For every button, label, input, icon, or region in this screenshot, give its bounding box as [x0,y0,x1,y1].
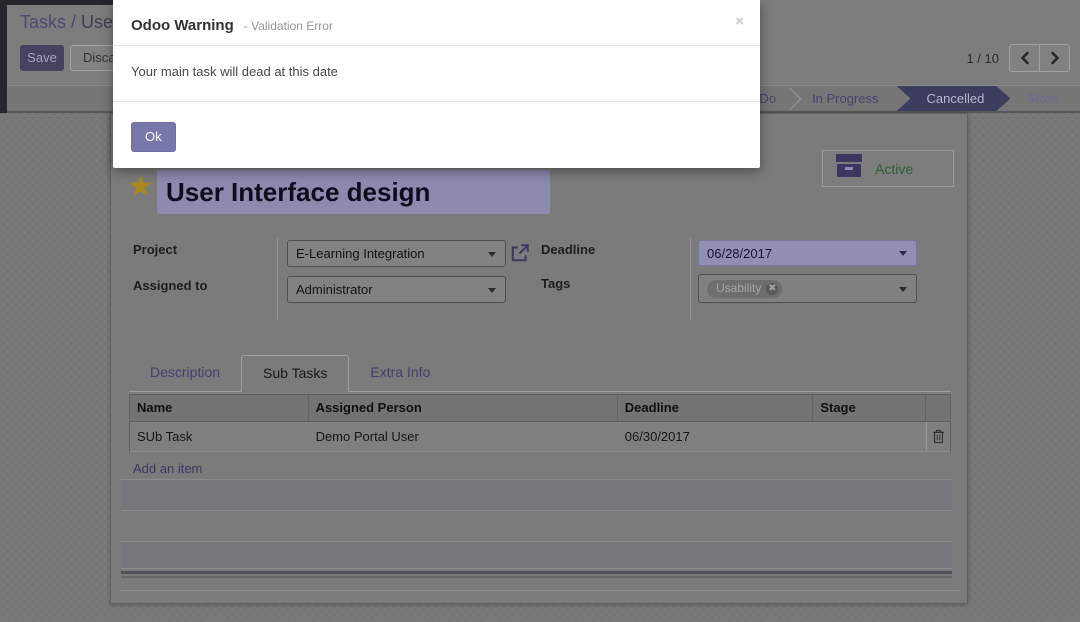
statusbar-stages: To Do In Progress Cancelled More [724,86,1080,111]
cell-stage [813,422,926,451]
breadcrumb-parent[interactable]: Tasks [20,12,66,32]
pager-previous-button[interactable] [1009,44,1040,72]
subtasks-table-header: Name Assigned Person Deadline Stage [130,395,950,422]
close-icon[interactable]: × [735,14,744,29]
remove-tag-button[interactable]: ✖ [766,283,778,295]
column-header-name: Name [130,395,309,421]
tags-field[interactable]: Usability ✖ [698,274,917,303]
dropdown-caret-icon [899,251,907,256]
deadline-value: 06/28/2017 [707,246,772,261]
active-toggle-button[interactable]: Active [822,150,954,187]
cell-deadline: 06/30/2017 [618,422,814,451]
divider-line [121,571,952,574]
column-header-stage: Stage [813,395,926,421]
empty-field-bar [121,541,952,569]
screen: Tasks / User Interface design Save Disca… [0,0,1080,622]
pager: 1 / 10 [966,44,1070,72]
ok-button[interactable]: Ok [131,122,176,152]
column-header-actions [926,395,950,421]
save-button[interactable]: Save [20,45,64,71]
deadline-label: Deadline [541,242,595,257]
dropdown-caret-icon [488,252,496,257]
deadline-field[interactable]: 06/28/2017 [698,240,917,266]
tab-description[interactable]: Description [129,354,241,391]
dialog-header: Odoo Warning - Validation Error × [113,0,760,46]
horizontal-rule [121,590,959,591]
dropdown-caret-icon [488,288,496,293]
task-title-input[interactable]: User Interface design [157,170,550,214]
dialog-title: Odoo Warning [131,17,234,34]
pager-value: 1 / 10 [966,51,999,66]
chevron-left-icon [1020,51,1030,65]
tags-label: Tags [541,276,570,291]
window-edge [0,0,7,113]
field-group-separator [277,238,278,320]
dialog-subtitle: - Validation Error [244,19,333,33]
empty-field-bar [121,479,952,511]
notebook-tabs: Description Sub Tasks Extra Info [129,354,951,392]
column-header-deadline: Deadline [618,395,814,421]
dialog-footer: Ok [113,102,760,152]
assigned-to-label: Assigned to [133,278,207,293]
tag-chip: Usability ✖ [707,280,782,298]
assigned-to-value: Administrator [296,282,373,297]
stage-cancelled[interactable]: Cancelled [897,86,1011,111]
dropdown-caret-icon [899,287,907,292]
trash-icon [932,429,945,444]
project-value: E-Learning Integration [296,246,425,261]
active-button-label: Active [875,161,913,177]
window-edge [0,0,113,5]
pager-next-button[interactable] [1039,44,1070,72]
favorite-star-icon[interactable]: ★ [127,170,154,204]
tag-label: Usability [716,276,761,301]
cell-name: SUb Task [130,422,309,451]
assigned-to-field[interactable]: Administrator [287,276,506,303]
add-item-link[interactable]: Add an item [133,461,202,476]
open-project-button[interactable] [510,243,530,263]
project-label: Project [133,242,177,257]
divider-line [121,576,952,578]
cell-assigned-person: Demo Portal User [309,422,618,451]
subtasks-table: Name Assigned Person Deadline Stage SUb … [129,394,951,452]
task-form-sheet: Active ★ User Interface design Project A… [110,113,968,604]
delete-row-button[interactable] [926,422,950,451]
table-row[interactable]: SUb Task Demo Portal User 06/30/2017 [130,422,950,452]
column-header-assigned-person: Assigned Person [309,395,618,421]
tab-extra-info[interactable]: Extra Info [349,354,451,391]
stage-more[interactable]: More [1010,86,1080,111]
breadcrumb-separator: / [66,12,81,32]
warning-dialog: Odoo Warning - Validation Error × Your m… [113,0,760,168]
stage-in-progress[interactable]: In Progress [794,86,896,111]
chevron-right-icon [1050,51,1060,65]
field-group-separator [690,238,691,320]
external-link-icon [510,243,530,263]
archive-box-icon [836,154,862,183]
tab-sub-tasks[interactable]: Sub Tasks [241,355,349,392]
project-field[interactable]: E-Learning Integration [287,240,506,267]
dialog-message: Your main task will dead at this date [113,46,760,102]
